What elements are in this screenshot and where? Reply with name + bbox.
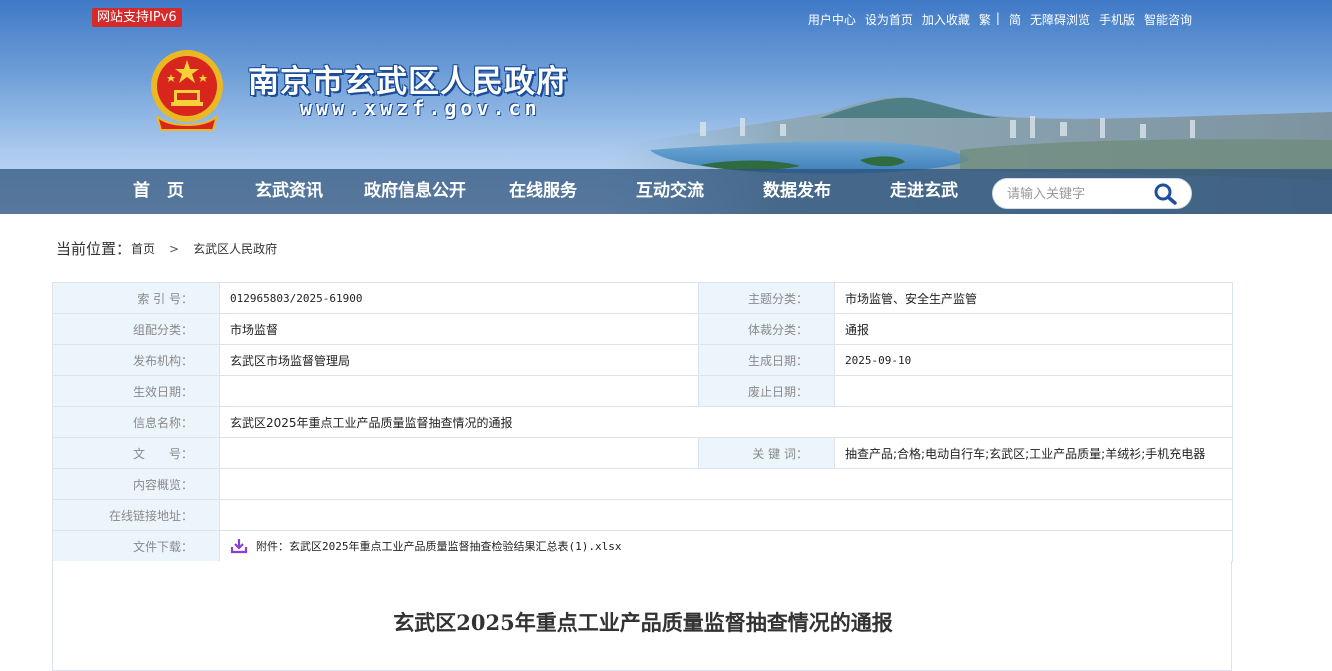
nav-item-about[interactable]: 走进玄武	[890, 169, 958, 214]
top-link-set-homepage[interactable]: 设为首页	[865, 11, 913, 28]
top-link-mobile[interactable]: 手机版	[1099, 11, 1135, 28]
effective-date-label: 生效日期：	[52, 375, 220, 407]
abolish-date-label: 废止日期：	[698, 375, 835, 407]
summary-value	[219, 468, 1233, 500]
article-body: 玄武区2025年重点工业产品质量监督抽查情况的通报	[52, 561, 1232, 671]
online-link-value	[219, 499, 1233, 531]
site-name: 南京市玄武区人民政府	[248, 64, 568, 100]
table-row: 索 引 号： 012965803/2025-61900 主题分类： 市场监管、安…	[52, 282, 1233, 314]
breadcrumb-label: 当前位置：	[56, 240, 132, 258]
table-row: 文件下载： 附件：玄武区2025年重点工业产品质量监督抽查检验结果汇总表(1).…	[52, 530, 1233, 562]
org-category-label: 组配分类：	[52, 313, 220, 345]
site-url: www.xwzf.gov.cn	[300, 96, 541, 120]
table-row: 发布机构： 玄武区市场监督管理局 生成日期： 2025-09-10	[52, 344, 1233, 376]
top-link-user-center[interactable]: 用户中心	[808, 11, 856, 28]
publisher-value: 玄武区市场监督管理局	[219, 344, 699, 376]
ipv6-support-badge: 网站支持IPv6	[92, 8, 182, 27]
breadcrumb-current[interactable]: 玄武区人民政府	[193, 240, 277, 257]
info-name-label: 信息名称：	[52, 406, 220, 438]
keywords-label: 关 键 词：	[698, 437, 835, 469]
nav-item-gov-info[interactable]: 政府信息公开	[364, 169, 466, 214]
topic-label: 主题分类：	[698, 282, 835, 314]
effective-date-value	[219, 375, 699, 407]
keywords-value: 抽查产品;合格;电动自行车;玄武区;工业产品质量;羊绒衫;手机充电器	[834, 437, 1233, 469]
genre-value: 通报	[834, 313, 1233, 345]
breadcrumb-separator: >	[169, 241, 180, 256]
nav-item-news[interactable]: 玄武资讯	[255, 169, 323, 214]
abolish-date-value	[834, 375, 1233, 407]
breadcrumb: 当前位置： 首页 > 玄武区人民政府	[56, 238, 277, 259]
national-emblem-icon	[151, 50, 223, 131]
top-link-separator: |	[995, 11, 1000, 25]
nav-item-data[interactable]: 数据发布	[763, 169, 831, 214]
info-name-value: 玄武区2025年重点工业产品质量监督抽查情况的通报	[219, 406, 1233, 438]
top-link-accessibility[interactable]: 无障碍浏览	[1030, 11, 1090, 28]
nav-item-online-service[interactable]: 在线服务	[509, 169, 577, 214]
nav-item-home[interactable]: 首 页	[133, 169, 184, 214]
top-link-add-favorite[interactable]: 加入收藏	[922, 11, 970, 28]
info-table: 索 引 号： 012965803/2025-61900 主题分类： 市场监管、安…	[52, 282, 1233, 562]
table-row: 文 号： 关 键 词： 抽查产品;合格;电动自行车;玄武区;工业产品质量;羊绒衫…	[52, 437, 1233, 469]
table-row: 在线链接地址：	[52, 499, 1233, 531]
table-row: 信息名称： 玄武区2025年重点工业产品质量监督抽查情况的通报	[52, 406, 1233, 438]
genre-label: 体裁分类：	[698, 313, 835, 345]
index-label: 索 引 号：	[52, 282, 220, 314]
nav-item-interaction[interactable]: 互动交流	[636, 169, 704, 214]
table-row: 内容概览：	[52, 468, 1233, 500]
topic-value: 市场监管、安全生产监管	[834, 282, 1233, 314]
download-icon[interactable]	[230, 538, 248, 554]
online-link-label: 在线链接地址：	[52, 499, 220, 531]
table-row: 生效日期： 废止日期：	[52, 375, 1233, 407]
created-date-label: 生成日期：	[698, 344, 835, 376]
publisher-label: 发布机构：	[52, 344, 220, 376]
search-input[interactable]	[1007, 184, 1147, 204]
top-link-traditional[interactable]: 繁	[979, 11, 991, 28]
article-title: 玄武区2025年重点工业产品质量监督抽查情况的通报	[393, 610, 893, 635]
breadcrumb-home[interactable]: 首页	[131, 240, 155, 257]
doc-number-value	[219, 437, 699, 469]
search-box	[992, 178, 1192, 209]
index-value: 012965803/2025-61900	[219, 282, 699, 314]
org-category-value: 市场监督	[219, 313, 699, 345]
created-date-value: 2025-09-10	[834, 344, 1233, 376]
top-link-smart-consult[interactable]: 智能咨询	[1144, 11, 1192, 28]
summary-label: 内容概览：	[52, 468, 220, 500]
top-links: 用户中心 设为首页 加入收藏 繁 | 简 无障碍浏览 手机版 智能咨询	[799, 11, 1192, 28]
download-cell: 附件：玄武区2025年重点工业产品质量监督抽查检验结果汇总表(1).xlsx	[219, 530, 1233, 562]
download-label: 文件下载：	[52, 530, 220, 562]
search-icon[interactable]	[1153, 182, 1179, 206]
doc-number-label: 文 号：	[52, 437, 220, 469]
site-header: 网站支持IPv6 用户中心 设为首页 加入收藏 繁 | 简 无障碍浏览 手机版 …	[0, 0, 1332, 214]
table-row: 组配分类： 市场监督 体裁分类： 通报	[52, 313, 1233, 345]
attachment-link[interactable]: 附件：玄武区2025年重点工业产品质量监督抽查检验结果汇总表(1).xlsx	[256, 538, 621, 554]
top-link-simplified[interactable]: 简	[1009, 11, 1021, 28]
